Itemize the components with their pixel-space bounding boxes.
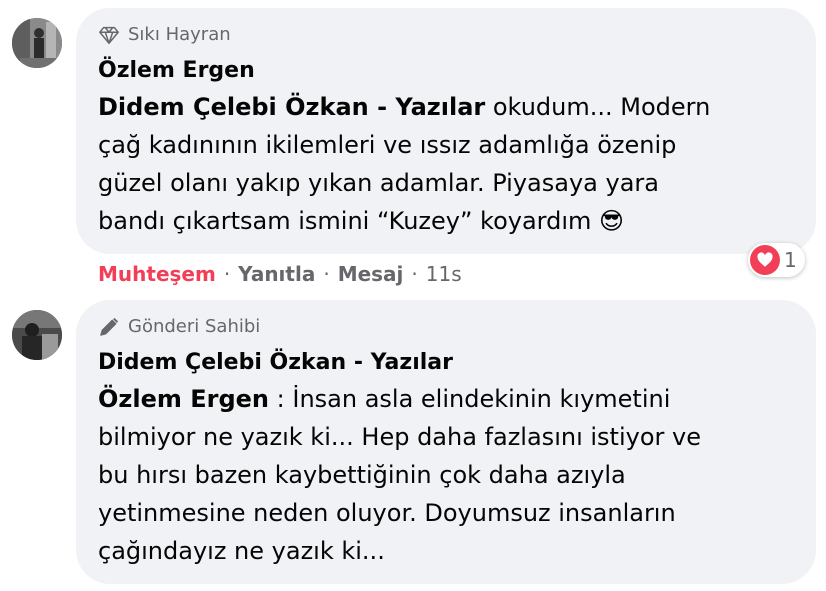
comment-bubble: Gönderi Sahibi Didem Çelebi Özkan - Yazı… — [76, 300, 816, 584]
sunglasses-emoji-icon: 😎 — [599, 207, 625, 235]
pen-icon — [100, 317, 119, 336]
comment-line: : İnsan asla elindekinin kıymetini — [269, 385, 671, 413]
reply-button[interactable]: Yanıtla — [238, 262, 315, 286]
comment-line: yetinmesine neden oluyor. Doyumsuz insan… — [98, 499, 676, 527]
commenter-avatar[interactable] — [12, 18, 62, 68]
reaction-button[interactable]: Muhteşem — [98, 262, 216, 286]
separator: · — [223, 262, 231, 286]
heart-icon — [750, 245, 780, 275]
mention-link[interactable]: Özlem Ergen — [98, 385, 269, 413]
comment-line: bu hırsı bazen kaybettiğinin çok daha az… — [98, 461, 626, 489]
comment-author[interactable]: Özlem Ergen — [98, 56, 794, 86]
comment-line: çağ kadınının ikilemleri ve ıssız adamlı… — [98, 131, 677, 159]
separator: · — [323, 262, 330, 286]
fan-badge[interactable]: Sıkı Hayran — [98, 24, 794, 46]
comment-actions: Muhteşem · Yanıtla · Mesaj · 11s — [98, 262, 462, 286]
comment-author[interactable]: Didem Çelebi Özkan - Yazılar — [98, 348, 794, 378]
badge-label: Gönderi Sahibi — [128, 316, 261, 337]
comment-line: bandı çıkartsam ismini “Kuzey” koyardım — [98, 207, 600, 235]
comment-text: Özlem Ergen : İnsan asla elindekinin kıy… — [98, 380, 794, 570]
author-avatar[interactable] — [12, 310, 62, 360]
separator: · — [411, 262, 418, 286]
comment-line: bilmiyor ne yazık ki... Hep daha fazlası… — [98, 423, 701, 451]
comment-line: güzel olanı yakıp yıkan adamlar. Piyasay… — [98, 169, 659, 197]
comment-text: Didem Çelebi Özkan - Yazılar okudum... M… — [98, 88, 794, 240]
message-button[interactable]: Mesaj — [338, 262, 404, 286]
mention-link[interactable]: Didem Çelebi Özkan - Yazılar — [98, 93, 485, 121]
comment-bubble: Sıkı Hayran Özlem Ergen Didem Çelebi Özk… — [76, 8, 816, 254]
badge-label: Sıkı Hayran — [128, 24, 231, 45]
timestamp-link[interactable]: 11s — [426, 262, 462, 286]
author-badge[interactable]: Gönderi Sahibi — [98, 316, 794, 338]
comment-line: okudum... Modern — [485, 93, 711, 121]
diamond-icon — [99, 26, 119, 44]
comment-line: çağındayız ne yazık ki... — [98, 537, 385, 565]
reaction-summary[interactable]: 1 — [748, 243, 805, 277]
reaction-count-value: 1 — [784, 248, 797, 272]
